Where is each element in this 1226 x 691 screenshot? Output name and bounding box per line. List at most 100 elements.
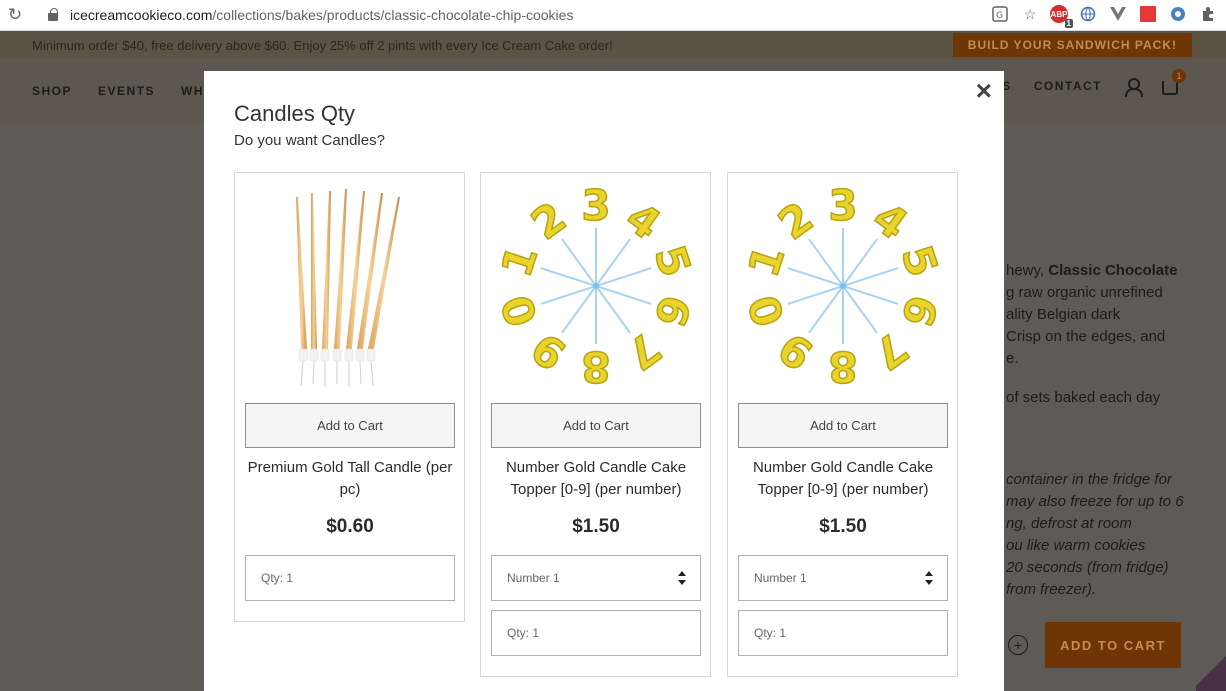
svg-text:G: G: [996, 11, 1003, 21]
desc-line: Crisp on the edges, and: [1006, 328, 1166, 345]
candle-digit: 0: [739, 289, 795, 332]
storage-line: from freezer).: [1006, 581, 1097, 598]
qty-plus-button[interactable]: +: [1008, 635, 1028, 655]
add-to-cart-button[interactable]: Add to Cart: [491, 403, 701, 448]
nav-contact[interactable]: CONTACT: [1034, 79, 1102, 93]
vue-extension-icon[interactable]: [1108, 4, 1128, 24]
candle-digit: 9: [522, 323, 574, 380]
storage-instructions: container in the fridge for may also fre…: [1006, 469, 1226, 601]
candle-digit: 6: [645, 289, 701, 332]
qty-input[interactable]: Qty: 1: [738, 610, 948, 656]
candle-digit: 1: [492, 240, 548, 283]
product-price: $0.60: [326, 516, 374, 537]
candle-digit: 3: [581, 181, 610, 230]
product-name: Number Gold Candle Cake Topper [0-9] (pe…: [752, 459, 934, 498]
nav-events[interactable]: EVENTS: [98, 84, 155, 98]
candle-digit: 6: [892, 289, 948, 332]
candle-stick: [842, 285, 878, 334]
add-to-cart-button[interactable]: Add to Cart: [245, 403, 455, 448]
candle-stick: [561, 285, 597, 334]
candle-stick: [787, 285, 844, 305]
number-select-value: Number 1: [754, 571, 807, 585]
candle-digit: 7: [617, 323, 669, 380]
extensions-area: G ☆ ABP 1: [990, 4, 1218, 28]
candle-stick: [595, 285, 652, 305]
cart-icon[interactable]: 1: [1162, 69, 1186, 95]
corner-decoration: [1196, 651, 1226, 691]
candle-digit: 5: [892, 240, 948, 283]
sets-text: of sets baked each day: [1006, 389, 1161, 406]
candle-stick: [595, 238, 631, 287]
candle-stick: [595, 267, 652, 287]
candle-digit: 3: [828, 181, 857, 230]
candle-digit: 8: [581, 342, 610, 391]
select-arrows-icon: [925, 571, 933, 585]
cart-count-badge: 1: [1172, 69, 1186, 83]
nav-right: S CONTACT 1: [1002, 69, 1186, 97]
desc-line: hewy,: [1006, 262, 1049, 279]
candle-stick: [561, 238, 597, 287]
red-square-extension-icon[interactable]: [1138, 4, 1158, 24]
lock-icon[interactable]: [48, 8, 58, 21]
url-path: /collections/bakes/products/classic-choc…: [212, 7, 574, 23]
close-icon[interactable]: ×: [976, 77, 992, 105]
candle-digit: 8: [828, 342, 857, 391]
address-bar[interactable]: icecreamcookieco.com/collections/bakes/p…: [70, 7, 573, 23]
promo-text: Minimum order $40, free delivery above $…: [32, 37, 613, 53]
candle-stick: [787, 267, 844, 287]
select-arrows-icon: [678, 571, 686, 585]
product-price: $1.50: [819, 516, 867, 537]
candle-stick: [540, 285, 597, 305]
gold-tall-candles-image[interactable]: [245, 181, 455, 396]
candle-stick: [842, 238, 878, 287]
modal-title: Candles Qty: [234, 101, 356, 126]
candle-digit: 9: [769, 323, 821, 380]
storage-line: 20 seconds (from fridge): [1006, 559, 1169, 576]
nav-shop[interactable]: SHOP: [32, 84, 72, 98]
candle-stick: [808, 285, 844, 334]
candle-stick: [808, 238, 844, 287]
candle-digit: 4: [617, 192, 669, 249]
number-candles-image[interactable]: 3 45 67890 12: [491, 181, 701, 396]
product-name: Number Gold Candle Cake Topper [0-9] (pe…: [505, 459, 687, 498]
candle-digit: 2: [522, 192, 574, 249]
storage-line: ou like warm cookies: [1006, 537, 1146, 554]
candle-digit: 0: [492, 289, 548, 332]
add-to-cart-button[interactable]: Add to Cart: [738, 403, 948, 448]
desc-line: g raw organic unrefined: [1006, 284, 1163, 301]
product-price: $1.50: [572, 516, 620, 537]
modal-subtitle: Do you want Candles?: [234, 132, 385, 149]
product-card: 345 67890 12 Add to Cart Number Gold Candl…: [727, 172, 958, 677]
candle-digit: 4: [864, 192, 916, 249]
browser-toolbar: ↻ icecreamcookieco.com/collections/bakes…: [0, 0, 1226, 31]
add-to-cart-button[interactable]: ADD TO CART: [1045, 622, 1181, 668]
globe-extension-icon[interactable]: [1078, 4, 1098, 24]
desc-line: e.: [1006, 350, 1019, 367]
star-icon[interactable]: ☆: [1020, 4, 1040, 24]
candles-modal: × Candles Qty Do you want Candles? Add t…: [204, 71, 1004, 691]
blue-circle-extension-icon[interactable]: [1168, 4, 1188, 24]
candle-stick: [595, 285, 631, 334]
reload-icon[interactable]: ↻: [0, 5, 30, 25]
adblock-icon[interactable]: ABP 1: [1050, 5, 1073, 28]
puzzle-extensions-icon[interactable]: [1198, 4, 1218, 24]
storage-line: ng, defrost at room: [1006, 515, 1132, 532]
candle-digit: 2: [769, 192, 821, 249]
number-select[interactable]: Number 1: [491, 555, 701, 601]
candle-stick: [842, 267, 899, 287]
number-select-value: Number 1: [507, 571, 560, 585]
product-card: Add to Cart Premium Gold Tall Candle (pe…: [234, 172, 465, 622]
translate-icon[interactable]: G: [990, 4, 1010, 24]
qty-input[interactable]: Qty: 1: [245, 555, 455, 601]
build-sandwich-pack-button[interactable]: BUILD YOUR SANDWICH PACK!: [952, 33, 1192, 57]
qty-input[interactable]: Qty: 1: [491, 610, 701, 656]
number-candles-image[interactable]: 3 45 67890 12: [738, 181, 948, 396]
account-icon[interactable]: [1124, 78, 1143, 97]
number-select[interactable]: Number 1: [738, 555, 948, 601]
desc-bold: Classic Chocolate: [1048, 262, 1178, 279]
desc-line: ality Belgian dark: [1006, 306, 1121, 323]
adblock-badge: 1: [1064, 19, 1073, 28]
candle-digit: 7: [864, 323, 916, 380]
candle-stick: [540, 267, 597, 287]
storage-line: may also freeze for up to 6: [1006, 493, 1184, 510]
